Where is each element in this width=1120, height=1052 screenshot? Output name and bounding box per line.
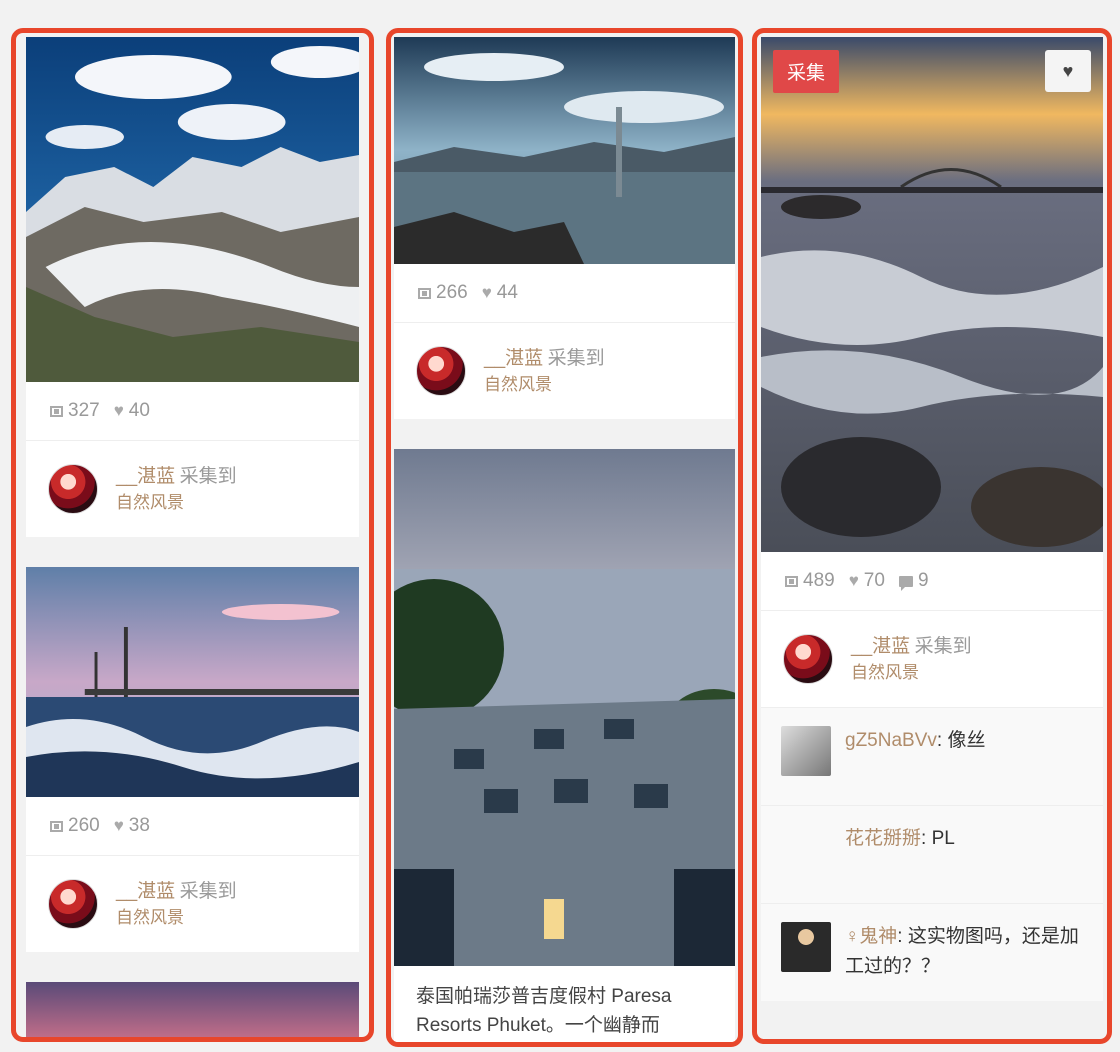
via-action: 采集到 — [547, 347, 605, 369]
comment-item: 花花掰掰: PL — [761, 805, 1103, 903]
heart-icon: ♥ — [1062, 60, 1074, 81]
avatar[interactable] — [781, 726, 831, 776]
via-username[interactable]: __湛蓝 — [851, 636, 910, 657]
pin-card[interactable]: 泰国帕瑞莎普吉度假村 Paresa Resorts Phuket。一个幽静而 — [394, 449, 735, 1042]
pin-stats: 260 ♥ 38 — [26, 797, 359, 855]
pin-card[interactable] — [26, 982, 359, 1037]
comment-item: ♀鬼神: 这实物图吗，还是加工过的？？ — [761, 903, 1103, 1001]
pin-card[interactable]: 260 ♥ 38 __湛蓝 采集到 自然风景 — [26, 567, 359, 952]
pin-via: __湛蓝 采集到 自然风景 — [26, 855, 359, 952]
via-username[interactable]: __湛蓝 — [116, 466, 175, 487]
collect-button[interactable]: 采集 — [773, 50, 840, 93]
comment-body: PL — [931, 828, 955, 849]
heart-icon: ♥ — [481, 283, 492, 302]
pin-image-sydney-shore[interactable]: 采集 ♥ — [761, 37, 1103, 552]
via-action: 采集到 — [914, 635, 972, 657]
board-link[interactable]: 自然风景 — [484, 372, 605, 397]
pin-stats: 489 ♥ 70 9 — [761, 552, 1103, 610]
comment-username[interactable]: gZ5NaBVv — [845, 730, 937, 751]
via-action: 采集到 — [179, 880, 237, 902]
comment-body: 像丝 — [947, 730, 986, 751]
pin-image-partial[interactable] — [26, 982, 359, 1037]
pin-via: __湛蓝 采集到 自然风景 — [761, 610, 1103, 707]
pin-via: __湛蓝 采集到 自然风景 — [394, 322, 735, 419]
avatar[interactable] — [781, 824, 831, 874]
repin-count[interactable]: 266 — [418, 282, 468, 304]
comment-username[interactable]: 花花掰掰 — [845, 828, 921, 849]
pin-card[interactable]: 266 ♥ 44 __湛蓝 采集到 自然风景 — [394, 37, 735, 419]
pin-description: 泰国帕瑞莎普吉度假村 Paresa Resorts Phuket。一个幽静而 — [416, 986, 672, 1036]
avatar[interactable] — [781, 922, 831, 972]
avatar[interactable] — [48, 879, 98, 929]
like-count[interactable]: ♥ 38 — [114, 815, 150, 837]
repin-count[interactable]: 489 — [785, 570, 835, 592]
pin-image-phuket-deck[interactable] — [394, 449, 735, 966]
pin-image-stormy-pier[interactable] — [26, 567, 359, 797]
board-link[interactable]: 自然风景 — [116, 905, 237, 930]
pin-column-3: 采集 ♥ 489 ♥ 70 9 __湛蓝 采集到 自然风景 gZ5NaBVv: … — [752, 28, 1112, 1044]
comment-username[interactable]: ♀鬼神 — [845, 926, 897, 947]
like-button[interactable]: ♥ — [1045, 50, 1091, 92]
repin-count[interactable]: 260 — [50, 815, 100, 837]
like-count[interactable]: ♥ 70 — [849, 570, 885, 592]
repin-icon — [785, 575, 798, 587]
like-count[interactable]: ♥ 40 — [114, 400, 150, 422]
pin-via: __湛蓝 采集到 自然风景 — [26, 440, 359, 537]
comment-icon — [898, 575, 913, 591]
pin-image-lake-fork[interactable] — [394, 37, 735, 264]
comment-count[interactable]: 9 — [898, 570, 929, 592]
like-count[interactable]: ♥ 44 — [482, 282, 518, 304]
pin-column-1: 327 ♥ 40 __湛蓝 采集到 自然风景 260 ♥ 38 __湛蓝 采集到… — [11, 28, 374, 1042]
avatar[interactable] — [416, 346, 466, 396]
avatar[interactable] — [783, 634, 833, 684]
board-link[interactable]: 自然风景 — [851, 660, 972, 685]
board-link[interactable]: 自然风景 — [116, 490, 237, 515]
via-action: 采集到 — [179, 465, 237, 487]
repin-count[interactable]: 327 — [50, 400, 100, 422]
pin-stats: 266 ♥ 44 — [394, 264, 735, 322]
pin-image-alpine-glacier[interactable] — [26, 37, 359, 382]
repin-icon — [418, 287, 431, 299]
repin-icon — [50, 820, 63, 832]
heart-icon: ♥ — [113, 816, 124, 835]
via-username[interactable]: __湛蓝 — [484, 348, 543, 369]
heart-icon: ♥ — [848, 571, 859, 590]
pin-column-2: 266 ♥ 44 __湛蓝 采集到 自然风景 泰国帕瑞莎普吉度假村 Paresa… — [386, 28, 743, 1047]
pin-card[interactable]: 采集 ♥ 489 ♥ 70 9 __湛蓝 采集到 自然风景 gZ5NaBVv: … — [761, 37, 1103, 1001]
comment-item: gZ5NaBVv: 像丝 — [761, 707, 1103, 805]
pin-stats: 327 ♥ 40 — [26, 382, 359, 440]
heart-icon: ♥ — [113, 401, 124, 420]
repin-icon — [50, 405, 63, 417]
via-username[interactable]: __湛蓝 — [116, 881, 175, 902]
avatar[interactable] — [48, 464, 98, 514]
pin-card[interactable]: 327 ♥ 40 __湛蓝 采集到 自然风景 — [26, 37, 359, 537]
